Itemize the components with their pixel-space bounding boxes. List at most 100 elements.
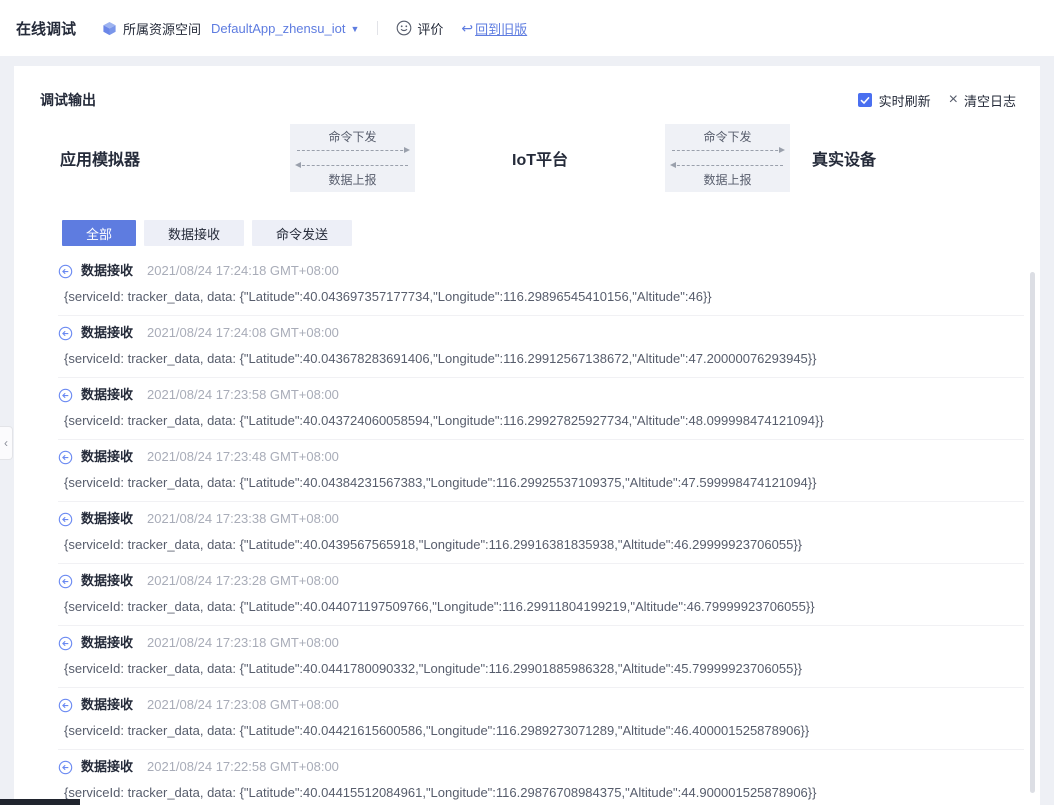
log-entry-header: 数据接收 2021/08/24 17:23:28 GMT+08:00 xyxy=(58,573,1024,589)
log-entry: 数据接收 2021/08/24 17:23:08 GMT+08:00 {serv… xyxy=(58,688,1024,750)
log-message: {serviceId: tracker_data, data: {"Latitu… xyxy=(64,289,712,304)
debug-output-panel: 调试输出 实时刷新 × 清空日志 应用模拟器 命令下发 数据上报 IoT平台 命… xyxy=(14,66,1040,805)
log-type-label: 数据接收 xyxy=(81,511,134,526)
data-receive-icon xyxy=(58,636,73,651)
panel-header-actions: 实时刷新 × 清空日志 xyxy=(857,91,1016,110)
log-message: {serviceId: tracker_data, data: {"Latitu… xyxy=(64,537,803,552)
flow-gap-right: 命令下发 数据上报 xyxy=(665,124,790,192)
back-to-old-version-link[interactable]: ↩ 回到旧版 xyxy=(461,19,527,38)
panel-header: 调试输出 实时刷新 × 清空日志 xyxy=(14,66,1040,110)
page-title: 在线调试 xyxy=(16,20,77,38)
log-list: 数据接收 2021/08/24 17:24:18 GMT+08:00 {serv… xyxy=(14,254,1040,805)
log-entry-header: 数据接收 2021/08/24 17:23:18 GMT+08:00 xyxy=(58,635,1024,651)
log-timestamp: 2021/08/24 17:23:18 GMT+08:00 xyxy=(147,635,339,650)
arrow-right-dashed xyxy=(672,147,785,153)
log-entry: 数据接收 2021/08/24 17:23:18 GMT+08:00 {serv… xyxy=(58,626,1024,688)
log-entry: 数据接收 2021/08/24 17:23:28 GMT+08:00 {serv… xyxy=(58,564,1024,626)
log-entry: 数据接收 2021/08/24 17:23:58 GMT+08:00 {serv… xyxy=(58,378,1024,440)
log-type-label: 数据接收 xyxy=(81,449,134,464)
data-report-label: 数据上报 xyxy=(328,173,377,187)
log-timestamp: 2021/08/24 17:24:18 GMT+08:00 xyxy=(147,263,339,278)
log-entry-header: 数据接收 2021/08/24 17:22:58 GMT+08:00 xyxy=(58,759,1024,775)
data-receive-icon xyxy=(58,512,73,527)
data-receive-icon xyxy=(58,760,73,775)
data-report-label: 数据上报 xyxy=(703,173,752,187)
log-entry: 数据接收 2021/08/24 17:24:08 GMT+08:00 {serv… xyxy=(58,316,1024,378)
clear-log-label: 清空日志 xyxy=(963,93,1016,109)
data-receive-icon xyxy=(58,698,73,713)
log-entry: 数据接收 2021/08/24 17:22:58 GMT+08:00 {serv… xyxy=(58,750,1024,805)
log-timestamp: 2021/08/24 17:23:48 GMT+08:00 xyxy=(147,449,339,464)
log-type-label: 数据接收 xyxy=(81,387,134,402)
log-entry-header: 数据接收 2021/08/24 17:23:58 GMT+08:00 xyxy=(58,387,1024,403)
panel-title: 调试输出 xyxy=(40,92,96,108)
log-type-label: 数据接收 xyxy=(81,325,134,340)
back-link-label: 回到旧版 xyxy=(475,21,528,37)
log-type-label: 数据接收 xyxy=(81,697,134,712)
feedback-label: 评价 xyxy=(417,21,444,37)
log-message: {serviceId: tracker_data, data: {"Latitu… xyxy=(64,475,817,490)
log-type-label: 数据接收 xyxy=(81,573,134,588)
log-message: {serviceId: tracker_data, data: {"Latitu… xyxy=(64,351,817,366)
log-timestamp: 2021/08/24 17:23:08 GMT+08:00 xyxy=(147,697,339,712)
bottom-left-bar xyxy=(0,799,80,805)
tab-all[interactable]: 全部 xyxy=(62,220,137,246)
return-arrow-icon: ↩ xyxy=(461,20,474,36)
log-message: {serviceId: tracker_data, data: {"Latitu… xyxy=(64,785,817,800)
resource-space-group: 所属资源空间 DefaultApp_zhensu_iot ▼ xyxy=(102,19,359,38)
resource-space-select[interactable]: DefaultApp_zhensu_iot ▼ xyxy=(211,21,359,36)
log-entry-header: 数据接收 2021/08/24 17:23:48 GMT+08:00 xyxy=(58,449,1024,465)
scrollbar-thumb[interactable] xyxy=(1030,272,1035,793)
log-entry-header: 数据接收 2021/08/24 17:23:08 GMT+08:00 xyxy=(58,697,1024,713)
log-type-label: 数据接收 xyxy=(81,759,134,774)
log-message: {serviceId: tracker_data, data: {"Latitu… xyxy=(64,661,803,676)
node-real-device: 真实设备 xyxy=(790,124,1040,192)
top-bar: 在线调试 所属资源空间 DefaultApp_zhensu_iot ▼ 评价 ↩… xyxy=(0,0,1054,56)
log-timestamp: 2021/08/24 17:24:08 GMT+08:00 xyxy=(147,325,339,340)
log-timestamp: 2021/08/24 17:22:58 GMT+08:00 xyxy=(147,759,339,774)
tab-data-receive[interactable]: 数据接收 xyxy=(144,220,245,246)
chevron-down-icon: ▼ xyxy=(350,24,360,34)
log-message: {serviceId: tracker_data, data: {"Latitu… xyxy=(64,413,824,428)
panel-collapse-handle[interactable]: ‹ xyxy=(0,426,13,460)
chevron-left-icon: ‹ xyxy=(4,436,8,450)
smiley-icon xyxy=(396,20,412,36)
log-entry-header: 数据接收 2021/08/24 17:24:08 GMT+08:00 xyxy=(58,325,1024,341)
log-entry-header: 数据接收 2021/08/24 17:23:38 GMT+08:00 xyxy=(58,511,1024,527)
clear-log-button[interactable]: × 清空日志 xyxy=(949,91,1016,110)
command-down-label: 命令下发 xyxy=(328,130,377,144)
data-receive-icon xyxy=(58,264,73,279)
log-message: {serviceId: tracker_data, data: {"Latitu… xyxy=(64,599,815,614)
node-iot-platform: IoT平台 xyxy=(415,124,665,192)
log-timestamp: 2021/08/24 17:23:38 GMT+08:00 xyxy=(147,511,339,526)
checkbox-checked-icon xyxy=(857,93,872,107)
resource-space-value: DefaultApp_zhensu_iot xyxy=(211,20,346,36)
resource-space-label: 所属资源空间 xyxy=(123,21,202,37)
node-app-simulator: 应用模拟器 xyxy=(38,124,290,192)
log-entry: 数据接收 2021/08/24 17:24:18 GMT+08:00 {serv… xyxy=(58,254,1024,316)
log-entry-header: 数据接收 2021/08/24 17:24:18 GMT+08:00 xyxy=(58,263,1024,279)
command-down-label: 命令下发 xyxy=(703,130,752,144)
resource-space-cube-icon xyxy=(102,21,117,36)
log-type-label: 数据接收 xyxy=(81,263,134,278)
realtime-refresh-toggle[interactable]: 实时刷新 xyxy=(857,91,931,110)
feedback-button[interactable]: 评价 xyxy=(396,19,443,38)
data-receive-icon xyxy=(58,326,73,341)
log-entry: 数据接收 2021/08/24 17:23:48 GMT+08:00 {serv… xyxy=(58,440,1024,502)
arrow-right-dashed xyxy=(297,147,410,153)
flow-diagram: 应用模拟器 命令下发 数据上报 IoT平台 命令下发 数据上报 真实设备 xyxy=(38,124,1040,192)
realtime-refresh-label: 实时刷新 xyxy=(878,93,931,109)
data-receive-icon xyxy=(58,574,73,589)
data-receive-icon xyxy=(58,388,73,403)
log-message: {serviceId: tracker_data, data: {"Latitu… xyxy=(64,723,810,738)
arrow-left-dashed xyxy=(670,162,783,168)
divider xyxy=(377,21,379,35)
log-timestamp: 2021/08/24 17:23:58 GMT+08:00 xyxy=(147,387,339,402)
log-entry: 数据接收 2021/08/24 17:23:38 GMT+08:00 {serv… xyxy=(58,502,1024,564)
clear-icon: × xyxy=(948,91,958,108)
tab-command-send[interactable]: 命令发送 xyxy=(252,220,353,246)
log-filter-tabs: 全部 数据接收 命令发送 xyxy=(62,220,1040,246)
data-receive-icon xyxy=(58,450,73,465)
flow-gap-left: 命令下发 数据上报 xyxy=(290,124,415,192)
log-type-label: 数据接收 xyxy=(81,635,134,650)
